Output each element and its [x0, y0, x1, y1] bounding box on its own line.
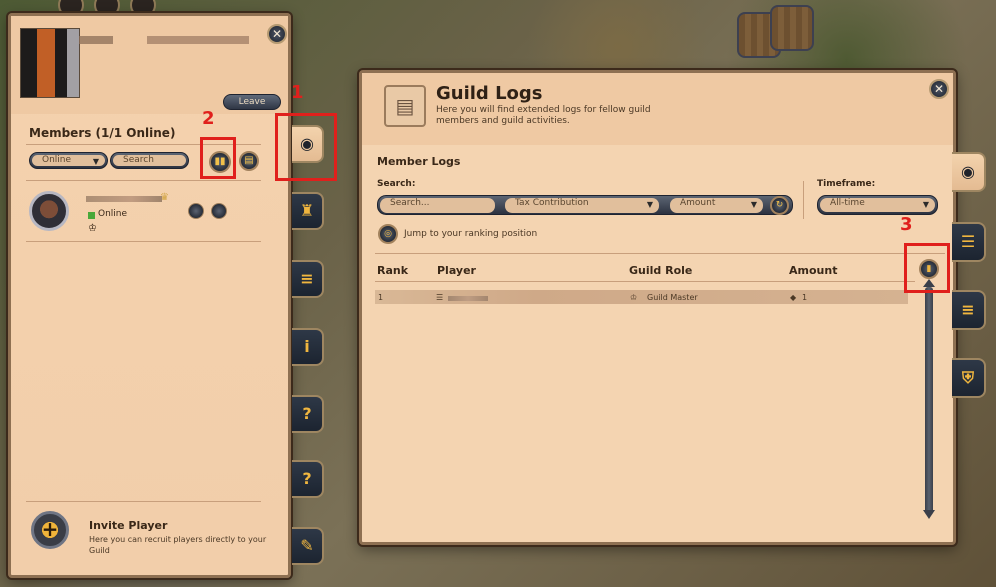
column-header-guild-role[interactable]: Guild Role [629, 264, 692, 277]
timeframe-label: Timeframe: [817, 179, 876, 189]
tab-coins[interactable]: ≡ [292, 260, 324, 298]
scroll-document-icon: ▤ [384, 85, 426, 127]
row-player-redacted [448, 296, 488, 301]
scrollbar[interactable] [925, 287, 933, 515]
member-action-button[interactable] [188, 203, 204, 219]
online-filter-value: Online [42, 155, 72, 165]
highlight-number-3: 3 [900, 214, 913, 235]
guild-emblem [20, 28, 80, 98]
logs-search-input[interactable]: Search... [379, 197, 496, 214]
invite-player-button[interactable]: + [31, 511, 69, 549]
castle-icon: ♜ [299, 201, 315, 220]
target-icon: ◎ [384, 229, 392, 239]
log-type-value: Tax Contribution [515, 198, 589, 208]
chevron-down-icon: ▼ [922, 200, 929, 209]
divider [26, 180, 261, 181]
row-guild-role: Guild Master [647, 293, 698, 302]
member-avatar[interactable] [29, 191, 69, 231]
divider [26, 241, 261, 242]
tab-question[interactable]: ? [292, 395, 324, 433]
member-status: Online [98, 209, 128, 219]
info-icon: i [304, 337, 310, 356]
barrel-decoration [770, 5, 814, 51]
highlight-box-1 [275, 113, 337, 181]
member-search-input[interactable]: Search [110, 152, 189, 169]
guild-name-redacted [79, 36, 249, 44]
tab-shield[interactable]: ⛨ [952, 358, 986, 398]
tab-help[interactable]: ? [292, 460, 324, 498]
member-name-redacted [86, 196, 162, 202]
highlight-number-1: 1 [291, 82, 304, 103]
edit-icon: ✎ [300, 536, 314, 555]
refresh-button[interactable]: ↻ [770, 196, 789, 215]
search-label: Search: [377, 179, 416, 189]
jump-to-rank-button[interactable]: ◎ [378, 224, 398, 244]
tab-info[interactable]: i [292, 328, 324, 366]
timeframe-value: All-time [830, 198, 865, 208]
column-header-amount[interactable]: Amount [789, 264, 837, 277]
rank-crown-icon: ♔ [88, 223, 97, 234]
guild-logs-panel: ▤ Guild Logs Here you will find extended… [359, 70, 956, 545]
chevron-down-icon: ▼ [92, 157, 99, 166]
online-filter-select[interactable]: Online ▼ [29, 152, 108, 169]
sort-value: Amount [680, 198, 716, 208]
member-search-placeholder: Search [123, 155, 154, 165]
guild-members-panel: ✕ Leave Members (1/1 Online) Online ▼ Sea… [8, 13, 291, 578]
row-amount: 1 [802, 293, 808, 302]
highlight-box-3 [904, 243, 950, 293]
timeframe-select[interactable]: All-time ▼ [817, 195, 938, 215]
online-status-icon [88, 212, 95, 219]
question-icon: ? [302, 404, 312, 423]
guild-logs-icon: ◉ [961, 162, 975, 181]
plus-icon: + [41, 517, 59, 541]
invite-title: Invite Player [89, 519, 168, 532]
section-title: Member Logs [377, 155, 461, 168]
invite-description: Here you can recruit players directly to… [89, 535, 267, 555]
guild-panel-close-button[interactable]: ✕ [267, 24, 287, 44]
crown-icon: ♛ [160, 192, 169, 203]
coins-icon: ≡ [961, 300, 975, 319]
role-crown-icon: ♔ [630, 293, 638, 302]
divider [803, 181, 804, 219]
logs-title: Guild Logs [436, 83, 543, 104]
tab-list[interactable]: ☰ [952, 222, 986, 262]
column-header-player[interactable]: Player [437, 264, 476, 277]
jump-to-rank-text[interactable]: Jump to your ranking position [404, 229, 537, 239]
divider [375, 281, 915, 282]
log-type-select[interactable]: Tax Contribution ▼ [504, 197, 660, 214]
logs-search-placeholder: Search... [390, 198, 430, 208]
members-title: Members (1/1 Online) [29, 126, 176, 140]
chevron-down-icon: ▼ [750, 200, 757, 209]
guild-logs-button[interactable]: ▤ [239, 151, 259, 171]
refresh-icon: ↻ [775, 200, 784, 210]
scroll-down-arrow[interactable] [923, 510, 935, 519]
column-header-rank[interactable]: Rank [377, 264, 408, 277]
tab-castle[interactable]: ♜ [292, 192, 324, 230]
logs-description: Here you will find extended logs for fel… [436, 105, 651, 126]
divider [26, 501, 261, 502]
leave-button[interactable]: Leave [223, 94, 281, 110]
divider [375, 253, 945, 254]
highlight-number-2: 2 [202, 108, 215, 129]
tab-guild-logs-right[interactable]: ◉ [952, 152, 986, 192]
logs-close-button[interactable]: ✕ [929, 79, 949, 99]
coins-icon: ≡ [300, 269, 314, 288]
highlight-box-2 [200, 137, 236, 179]
guild-icon: ☰ [436, 293, 444, 302]
tab-edit[interactable]: ✎ [292, 527, 324, 565]
help-icon: ? [302, 469, 312, 488]
tab-coins-right[interactable]: ≡ [952, 290, 986, 330]
sort-select[interactable]: Amount ▼ [669, 197, 764, 214]
member-action-button[interactable] [211, 203, 227, 219]
silver-coin-icon: ◆ [790, 293, 797, 302]
row-rank: 1 [378, 293, 384, 302]
log-icon: ▤ [244, 155, 254, 166]
chevron-down-icon: ▼ [646, 200, 653, 209]
list-icon: ☰ [960, 232, 976, 251]
shield-icon: ⛨ [961, 368, 974, 387]
